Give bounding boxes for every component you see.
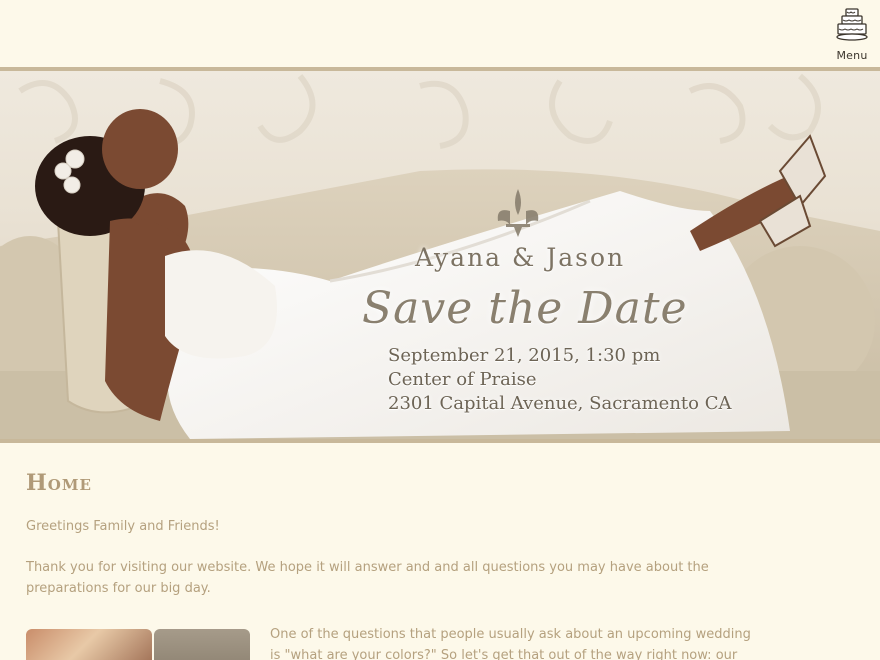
event-date-time: September 21, 2015, 1:30 pm — [388, 345, 661, 366]
photo-gallery — [26, 629, 256, 660]
save-the-date-overlay: Ayana & Jason Save the Date September 21… — [340, 71, 760, 439]
colors-paragraph: One of the questions that people usually… — [270, 627, 751, 660]
intro-paragraph: Thank you for visiting our website. We h… — [26, 560, 709, 596]
couple-names: Ayana & Jason — [415, 243, 626, 272]
main-content: Home Greetings Family and Friends! Thank… — [26, 470, 766, 599]
hero-banner: Ayana & Jason Save the Date September 21… — [0, 71, 880, 439]
page-title: Home — [26, 470, 92, 496]
banner-divider — [0, 439, 880, 443]
wedding-cake-icon — [836, 8, 868, 41]
menu-label[interactable]: Menu — [836, 49, 867, 62]
venue-photo[interactable] — [154, 629, 250, 660]
couple-photo[interactable] — [26, 629, 152, 660]
event-address: 2301 Capital Avenue, Sacramento CA — [388, 393, 732, 414]
site-header: Menu — [0, 0, 880, 68]
event-venue: Center of Praise — [388, 369, 537, 390]
menu-button[interactable]: Menu — [832, 6, 872, 66]
greeting-text: Greetings Family and Friends! — [26, 519, 220, 534]
save-the-date-headline: Save the Date — [362, 283, 688, 334]
